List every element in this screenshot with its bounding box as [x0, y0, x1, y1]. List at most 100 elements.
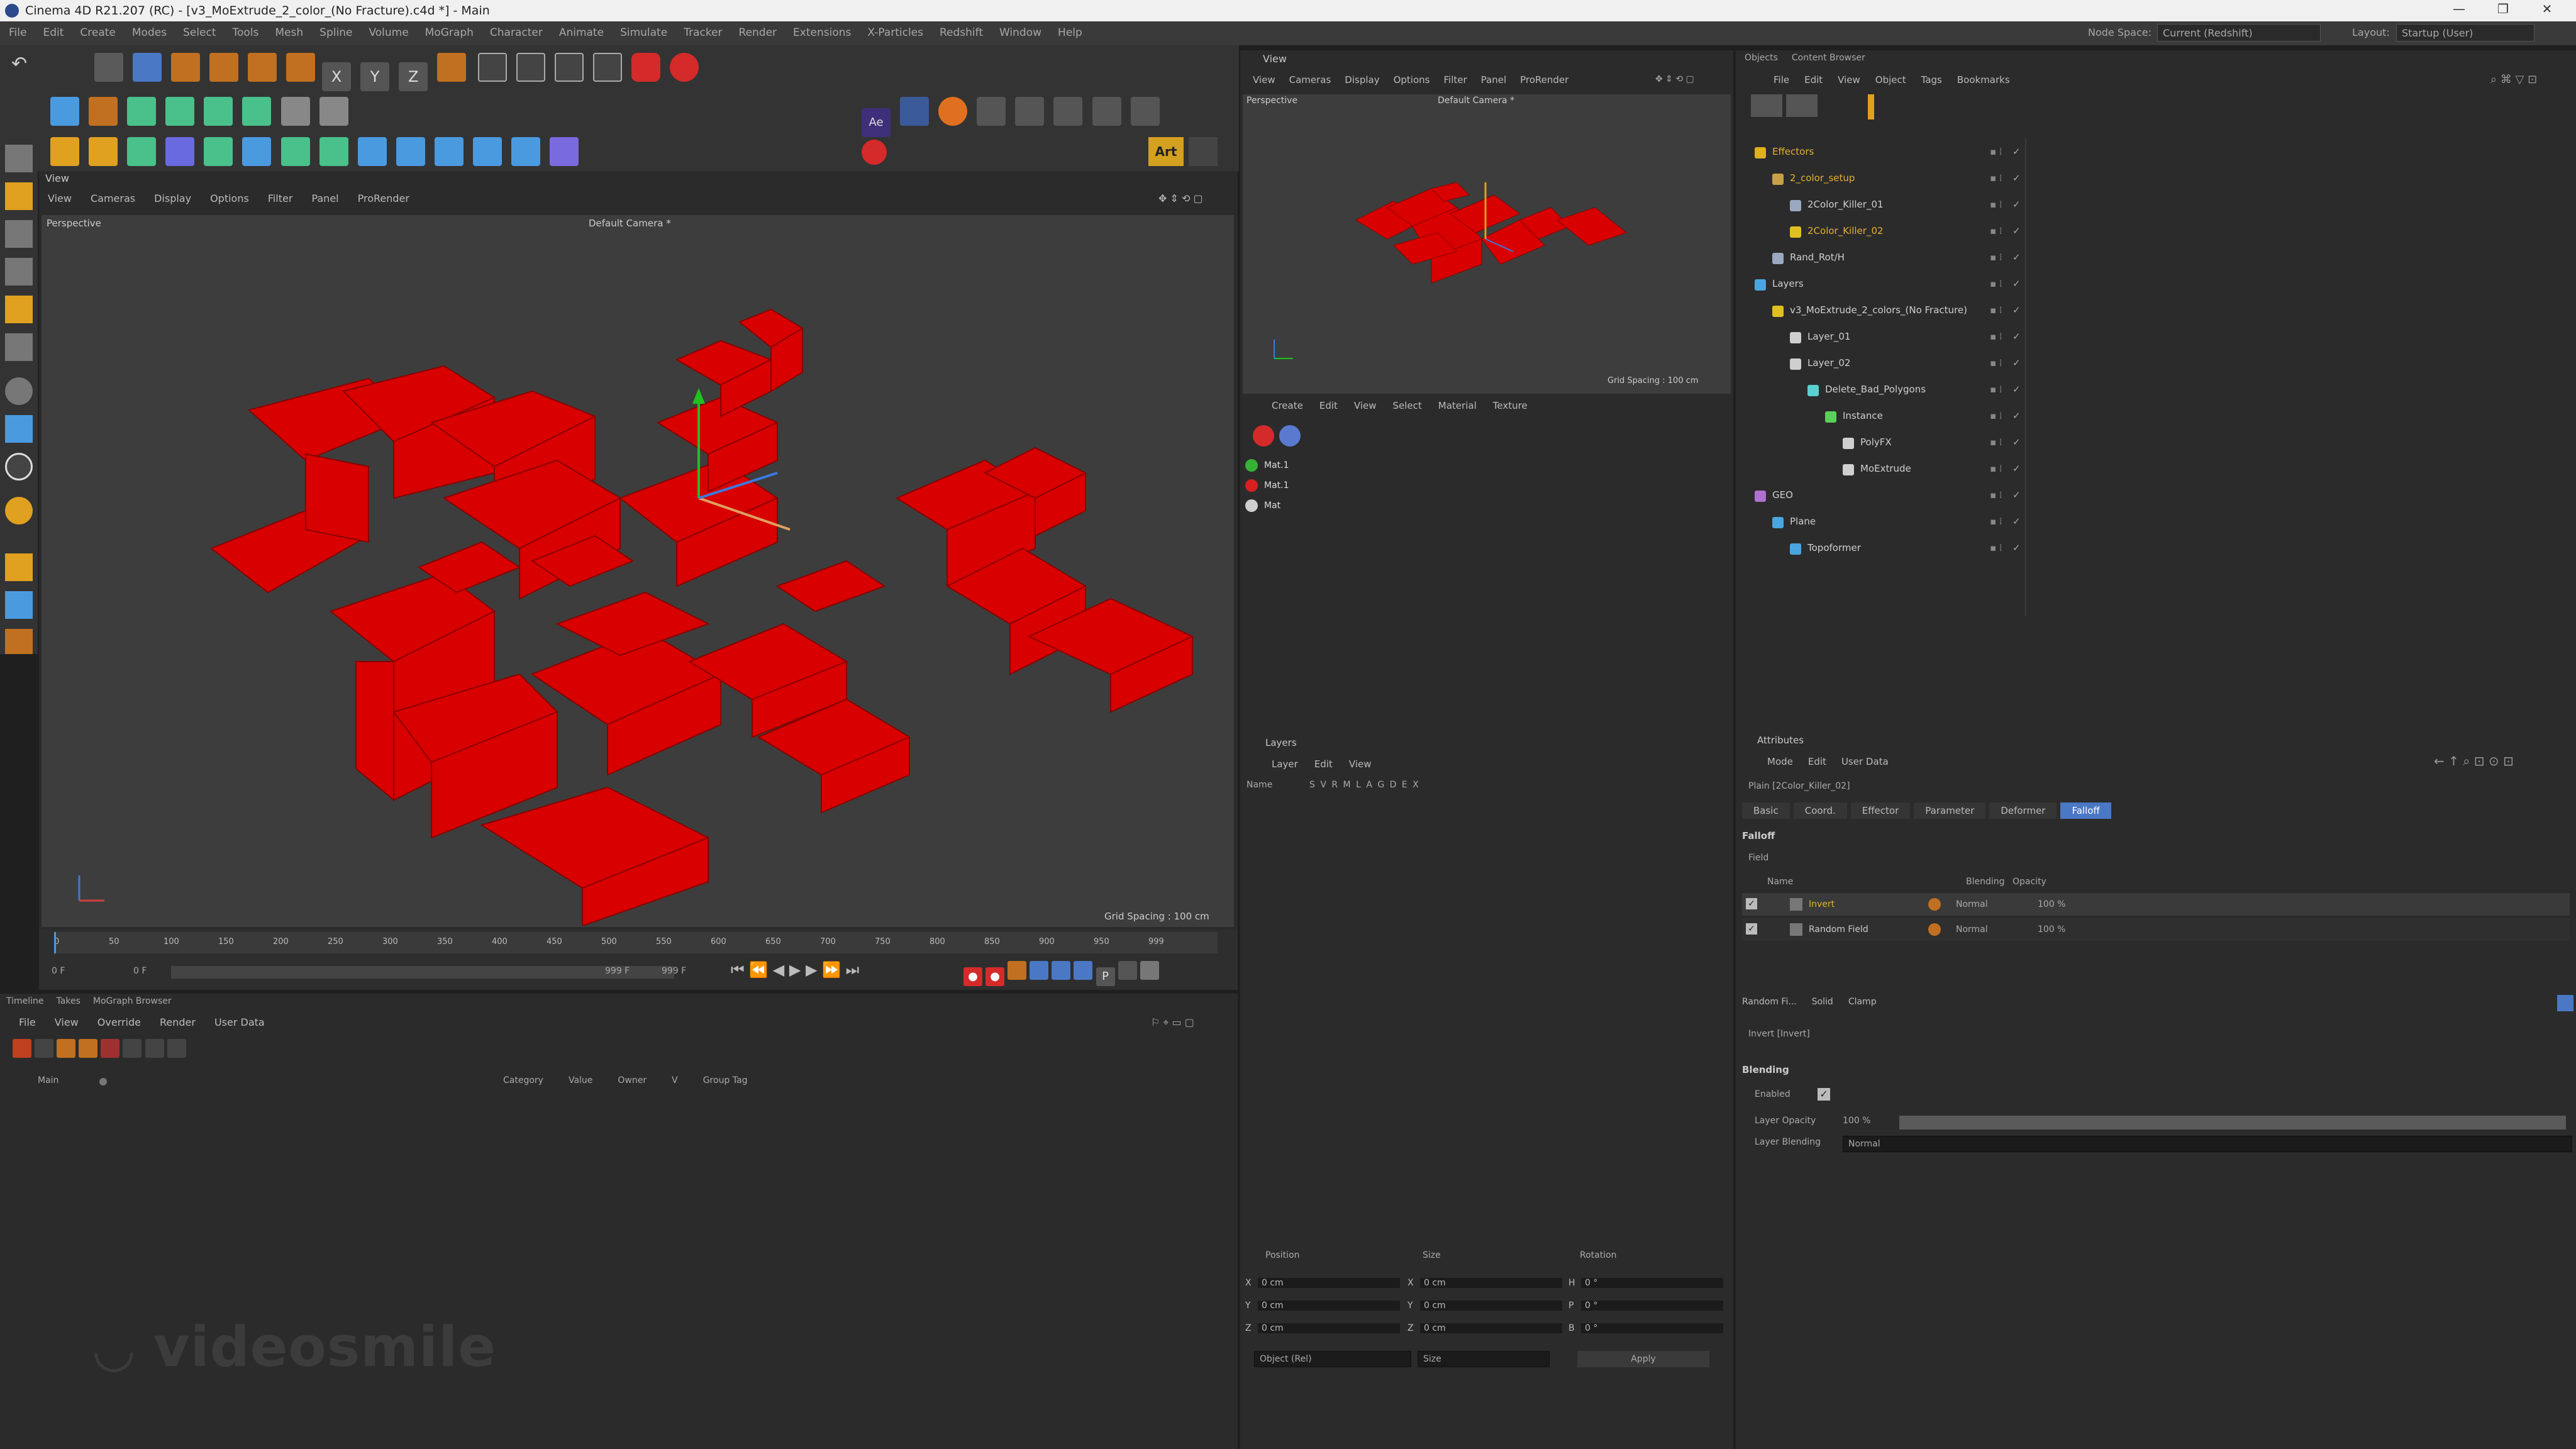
tab-timeline[interactable]: Timeline — [6, 996, 44, 1006]
paint-icon[interactable] — [5, 553, 33, 581]
view-menu-view[interactable]: View — [48, 192, 72, 204]
extrude-generator-icon[interactable] — [165, 97, 195, 126]
end-frame-field-2[interactable]: 999 F — [662, 966, 686, 976]
attributes-nav-icon[interactable]: ← ↑ ⌕ ⊡ ⊙ ⊡ — [2434, 753, 2514, 769]
y-axis-lock-icon[interactable]: Y — [360, 62, 390, 91]
object-name[interactable]: v3_MoExtrude_2_colors_(No Fracture) — [1790, 297, 1967, 323]
material-menu-view[interactable]: View — [1354, 400, 1377, 411]
soft-selection-icon[interactable] — [5, 377, 33, 405]
coord-position-field[interactable]: 0 cm — [1258, 1278, 1400, 1288]
menu-tools[interactable]: Tools — [233, 26, 259, 39]
layer-blending-select[interactable]: Normal — [1843, 1136, 2572, 1152]
sculpt-icon[interactable] — [5, 497, 33, 525]
z-axis-lock-icon[interactable]: Z — [399, 62, 428, 91]
make-editable-icon[interactable] — [5, 145, 33, 172]
object-name[interactable]: MoExtrude — [1860, 455, 1911, 482]
object-name[interactable]: Rand_Rot/H — [1790, 244, 1845, 270]
visibility-toggle-icon[interactable]: ▪ ⁞ — [1990, 376, 2002, 402]
menu-edit[interactable]: Edit — [43, 26, 64, 39]
object-row[interactable]: GEO ▪ ⁞ ✓ — [1736, 482, 2576, 508]
takes-menu-user-data[interactable]: User Data — [214, 1016, 265, 1028]
download-icon[interactable] — [977, 97, 1006, 126]
redshift-material-icon[interactable] — [1253, 425, 1274, 447]
scale-key-icon[interactable] — [1052, 961, 1071, 980]
coord-position-field[interactable]: 0 cm — [1258, 1323, 1400, 1333]
small-view-menu-cameras[interactable]: Cameras — [1289, 74, 1331, 86]
attributes-tab-falloff[interactable]: Falloff — [2060, 802, 2111, 819]
blank-icon[interactable] — [1015, 97, 1045, 126]
visibility-toggle-icon[interactable]: ▪ ⁞ — [1990, 535, 2002, 561]
pla-key-icon[interactable] — [1118, 961, 1137, 980]
position-key-icon[interactable] — [1030, 961, 1049, 980]
enable-check-icon[interactable]: ✓ — [2012, 455, 2021, 482]
material-item[interactable]: Mat.1 — [1245, 479, 1289, 499]
menu-volume[interactable]: Volume — [369, 26, 408, 39]
workplane-icon[interactable] — [319, 137, 348, 166]
visibility-toggle-icon[interactable]: ▪ ⁞ — [1990, 350, 2002, 376]
playhead[interactable] — [54, 932, 56, 953]
takes-view-icons[interactable]: ⚐ ⌖ ▭ ▢ — [1151, 1016, 1194, 1029]
render-view-icon[interactable] — [516, 53, 546, 82]
object-row[interactable]: Instance ▪ ⁞ ✓ — [1736, 402, 2576, 429]
axis-mode-icon[interactable] — [357, 137, 387, 166]
art-smart-icon[interactable]: Art — [1148, 137, 1184, 166]
small-viewport[interactable]: Perspective Default Camera * Grid Spacin… — [1243, 94, 1731, 394]
go-end-icon[interactable]: ⏭ — [846, 961, 860, 979]
visibility-toggle-icon[interactable]: ▪ ⁞ — [1990, 138, 2002, 165]
scene-icon[interactable] — [319, 97, 348, 126]
small-view-menu-view[interactable]: View — [1253, 74, 1275, 86]
object-menu-object[interactable]: Object — [1875, 74, 1906, 86]
object-row[interactable]: Layers ▪ ⁞ ✓ — [1736, 270, 2576, 297]
object-menu-view[interactable]: View — [1838, 74, 1860, 86]
field-opacity-value[interactable]: 100 % — [2038, 918, 2065, 941]
coord-size-select[interactable]: Size — [1418, 1351, 1550, 1367]
viewport-solo-icon[interactable] — [473, 137, 502, 166]
object-mode-icon[interactable] — [5, 220, 33, 248]
layers-menu-edit[interactable]: Edit — [1314, 758, 1333, 770]
object-menu-file[interactable]: File — [1774, 74, 1789, 86]
solo-mode-icon[interactable] — [434, 137, 464, 166]
field-opacity-value[interactable]: 100 % — [2038, 893, 2065, 916]
object-row[interactable]: Effectors ▪ ⁞ ✓ — [1736, 138, 2576, 165]
main-viewport[interactable]: Perspective Default Camera * Grid Spacin… — [42, 215, 1234, 927]
layout-select[interactable]: Startup (User) — [2396, 24, 2534, 42]
field-row[interactable]: ✓ Random Field Normal 100 % — [1742, 918, 2570, 941]
take-folder-icon[interactable] — [35, 1039, 54, 1058]
menu-character[interactable]: Character — [490, 26, 543, 39]
coord-rotation-field[interactable]: 0 ° — [1581, 1323, 1723, 1333]
object-name[interactable]: 2Color_Killer_01 — [1807, 191, 1884, 218]
uv-icon[interactable] — [5, 415, 33, 443]
enable-check-icon[interactable]: ✓ — [2012, 429, 2021, 455]
object-name[interactable]: Plane — [1790, 508, 1816, 535]
menu-mograph[interactable]: MoGraph — [425, 26, 474, 39]
prev-key-icon[interactable]: ⏪ — [749, 961, 768, 979]
field-tool-clamp[interactable]: Clamp — [1848, 997, 1877, 1007]
attributes-tab-deformer[interactable]: Deformer — [1989, 802, 2057, 819]
cube-primitive-icon[interactable] — [50, 97, 79, 126]
enable-check-icon[interactable]: ✓ — [2012, 482, 2021, 508]
takes-menu-override[interactable]: Override — [97, 1016, 141, 1028]
view-menu-cameras[interactable]: Cameras — [91, 192, 135, 204]
visibility-toggle-icon[interactable]: ▪ ⁞ — [1990, 270, 2002, 297]
coord-size-field[interactable]: 0 cm — [1420, 1278, 1562, 1288]
naming-tool-icon[interactable] — [550, 137, 579, 166]
snapping-icon[interactable] — [5, 453, 33, 480]
coord-mode-select[interactable]: Object (Rel) — [1254, 1351, 1411, 1367]
play-icon[interactable]: ▶ — [789, 961, 801, 979]
enable-check-icon[interactable]: ✓ — [2012, 535, 2021, 561]
object-row[interactable]: PolyFX ▪ ⁞ ✓ — [1736, 429, 2576, 455]
go-start-icon[interactable]: ⏮ — [731, 961, 745, 979]
menu-x-particles[interactable]: X-Particles — [867, 26, 923, 39]
small-view-navigation-icon[interactable]: ✥ ⇕ ⟲ ▢ — [1655, 74, 1694, 84]
model-mode-icon[interactable] — [50, 137, 79, 166]
field-name[interactable]: Invert — [1809, 893, 1835, 916]
view-menu-filter[interactable]: Filter — [268, 192, 293, 204]
material-menu-select[interactable]: Select — [1393, 400, 1422, 411]
layer-opacity-value[interactable]: 100 % — [1843, 1116, 1870, 1126]
object-row[interactable]: Plane ▪ ⁞ ✓ — [1736, 508, 2576, 535]
object-menu-tags[interactable]: Tags — [1921, 74, 1942, 86]
rotate-tool-icon[interactable] — [209, 53, 239, 82]
model-icon[interactable] — [5, 182, 33, 210]
subdivision-icon[interactable] — [127, 97, 157, 126]
small-view-menu-prorender[interactable]: ProRender — [1520, 74, 1568, 86]
